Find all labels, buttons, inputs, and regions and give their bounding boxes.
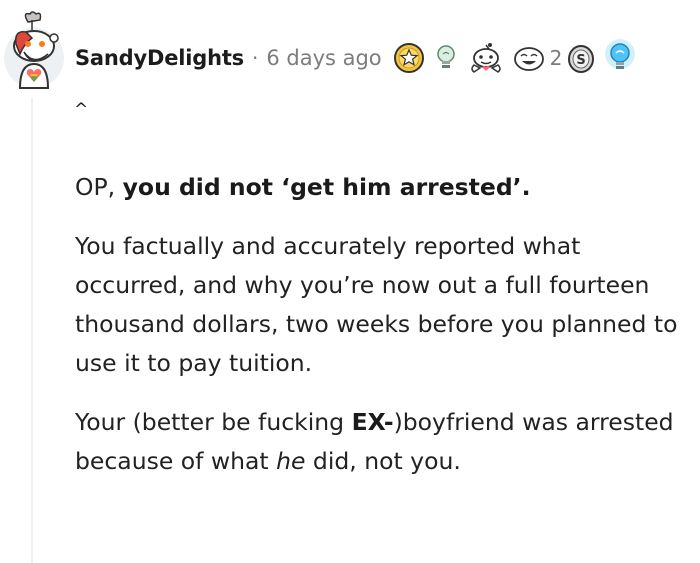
- comment-body: OP, you did not ‘get him arrested’. You …: [75, 168, 693, 501]
- wholesome-snoo-award-icon[interactable]: [466, 41, 506, 75]
- snoo-avatar-icon[interactable]: [2, 8, 66, 90]
- svg-text:S: S: [577, 53, 586, 68]
- comment-paragraph: You factually and accurately reported wh…: [75, 232, 678, 377]
- lightbulb-award-icon[interactable]: [432, 41, 460, 75]
- comment: SandyDelights · 6 days ago 2 S ^ OP, you…: [0, 0, 700, 563]
- silver-coin-award-icon[interactable]: S: [566, 41, 596, 75]
- username-link[interactable]: SandyDelights: [75, 46, 244, 70]
- thread-line[interactable]: [31, 98, 33, 563]
- awards-list: 2 S: [392, 38, 645, 78]
- comment-paragraph: OP, you did not ‘get him arrested’.: [75, 173, 531, 201]
- comment-paragraph: Your (better be fucking EX-)boyfriend wa…: [75, 408, 674, 475]
- collapse-toggle[interactable]: ^: [74, 100, 88, 120]
- smiley-award-icon[interactable]: [512, 41, 546, 75]
- comment-header: SandyDelights · 6 days ago 2 S: [75, 38, 645, 78]
- gold-star-award-icon[interactable]: [392, 41, 426, 75]
- glowing-lightbulb-award-icon[interactable]: [602, 38, 638, 78]
- separator-dot: ·: [251, 46, 259, 70]
- timestamp-link[interactable]: 6 days ago: [266, 46, 381, 70]
- award-count: 2: [549, 46, 563, 70]
